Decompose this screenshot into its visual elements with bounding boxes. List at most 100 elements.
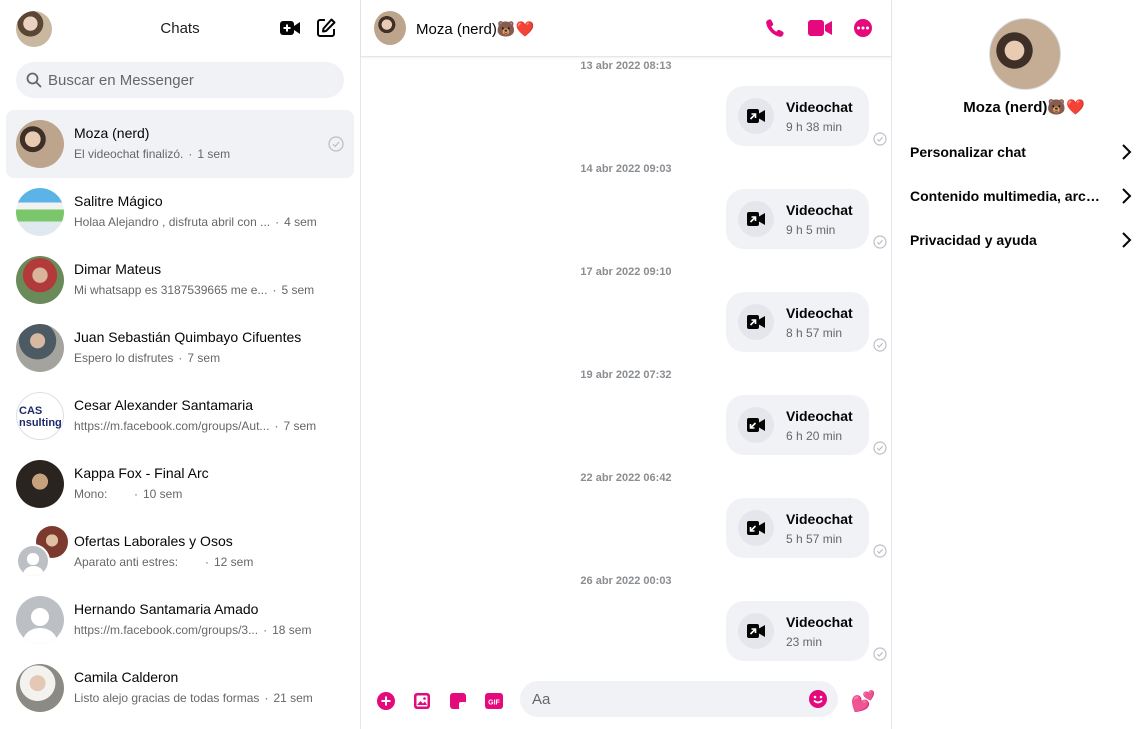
new-video-room-icon[interactable] xyxy=(276,14,304,42)
video-camera-icon[interactable] xyxy=(806,16,834,40)
chat-snippet: Holaa Alejandro , disfruta abril con ...… xyxy=(74,215,317,229)
privacy-help-row[interactable]: Privacidad y ayuda xyxy=(910,220,1136,260)
chat-list-item[interactable]: Ofertas Laborales y Osos Aparato anti es… xyxy=(6,518,354,586)
conversation-info-panel: Moza (nerd)🐻❤️ Personalizar chat Conteni… xyxy=(891,0,1141,729)
chat-list-item[interactable]: Kappa Fox - Final Arc Mono: · 10 sem xyxy=(6,450,354,518)
avatar xyxy=(16,256,64,304)
chat-time: 5 sem xyxy=(281,283,315,297)
chevron-right-icon xyxy=(1122,144,1132,160)
emoji-icon[interactable] xyxy=(806,687,830,711)
seen-check-icon xyxy=(328,136,344,152)
chat-snippet: El videochat finalizó. · 1 sem xyxy=(74,147,231,161)
video-call-message[interactable]: Videochat 23 min xyxy=(726,601,869,661)
chat-snippet: Aparato anti estres: · 12 sem xyxy=(74,555,254,569)
chat-time: 10 sem xyxy=(143,487,183,501)
avatar xyxy=(16,120,64,168)
chat-preview: Listo alejo gracias de todas formas xyxy=(74,691,260,705)
chat-name: Dimar Mateus xyxy=(74,261,162,277)
video-call-icon xyxy=(738,201,774,237)
reaction-emoji-button[interactable]: 💕 xyxy=(851,689,876,713)
conversation-pane: Moza (nerd)🐻❤️ 13 abr 2022 08:13 Videoch… xyxy=(361,0,891,729)
row-label: Privacidad y ayuda xyxy=(910,232,1037,248)
chat-preview: Espero lo disfrutes xyxy=(74,351,174,365)
call-duration: 8 h 57 min xyxy=(786,326,843,340)
chat-list-item[interactable]: Moza (nerd) El videochat finalizó. · 1 s… xyxy=(6,110,354,178)
avatar: CAS nsulting xyxy=(16,392,64,440)
chat-preview: Holaa Alejandro , disfruta abril con ... xyxy=(74,215,271,229)
contact-avatar[interactable] xyxy=(374,11,406,45)
sidebar-title: Chats xyxy=(160,20,200,37)
video-call-icon xyxy=(738,304,774,340)
chat-preview: El videochat finalizó. xyxy=(74,147,184,161)
media-files-links-row[interactable]: Contenido multimedia, archivos y enlaces xyxy=(910,176,1136,216)
video-call-message[interactable]: Videochat 5 h 57 min xyxy=(726,498,869,558)
chat-time: 7 sem xyxy=(187,351,221,365)
chat-list-item[interactable]: CAS nsulting Cesar Alexander Santamaria … xyxy=(6,382,354,450)
contact-name[interactable]: Moza (nerd)🐻❤️ xyxy=(416,20,534,38)
chat-list-item[interactable]: Hernando Santamaria Amado https://m.face… xyxy=(6,586,354,654)
chat-time: 21 sem xyxy=(273,691,313,705)
user-avatar[interactable] xyxy=(16,11,52,47)
call-title: Videochat xyxy=(786,614,853,630)
video-call-icon xyxy=(738,98,774,134)
call-title: Videochat xyxy=(786,305,853,321)
message-composer: GIF Aa 💕 xyxy=(361,677,891,729)
chat-time: 18 sem xyxy=(272,623,312,637)
chevron-right-icon xyxy=(1122,232,1132,248)
chat-name: Kappa Fox - Final Arc xyxy=(74,465,209,481)
avatar xyxy=(16,460,64,508)
chat-preview: https://m.facebook.com/groups/Aut... xyxy=(74,419,270,433)
message-input[interactable]: Aa xyxy=(520,681,838,717)
chat-preview: Mono: xyxy=(74,487,108,501)
compose-icon[interactable] xyxy=(312,14,340,42)
avatar xyxy=(16,324,64,372)
chat-list: Moza (nerd) El videochat finalizó. · 1 s… xyxy=(0,110,360,722)
more-icon[interactable] xyxy=(851,16,875,40)
contact-profile-avatar[interactable] xyxy=(989,18,1061,90)
video-call-icon xyxy=(738,510,774,546)
contact-profile-name: Moza (nerd)🐻❤️ xyxy=(963,99,1085,116)
seen-check-icon xyxy=(873,441,887,455)
video-call-message[interactable]: Videochat 8 h 57 min xyxy=(726,292,869,352)
video-call-message[interactable]: Videochat 6 h 20 min xyxy=(726,395,869,455)
group-avatar xyxy=(16,526,68,578)
date-separator: 26 abr 2022 00:03 xyxy=(580,575,672,587)
search-icon xyxy=(26,72,42,88)
chat-name: Juan Sebastián Quimbayo Cifuentes xyxy=(74,329,302,345)
chat-list-item[interactable]: Dimar Mateus Mi whatsapp es 3187539665 m… xyxy=(6,246,354,314)
chat-list-item[interactable]: Juan Sebastián Quimbayo Cifuentes Espero… xyxy=(6,314,354,382)
plus-icon[interactable] xyxy=(374,689,398,713)
search-placeholder: Buscar en Messenger xyxy=(48,71,194,89)
image-icon[interactable] xyxy=(410,689,434,713)
message-list: 13 abr 2022 08:13 Videochat 9 h 38 min 1… xyxy=(361,57,891,677)
seen-check-icon xyxy=(873,647,887,661)
messenger-app: Chats Buscar en Messenger Moza (nerd) El… xyxy=(0,0,1141,729)
chat-name: Cesar Alexander Santamaria xyxy=(74,397,253,413)
video-call-message[interactable]: Videochat 9 h 5 min xyxy=(726,189,869,249)
date-separator: 13 abr 2022 08:13 xyxy=(580,60,672,72)
avatar xyxy=(16,664,64,712)
call-duration: 9 h 5 min xyxy=(786,223,836,237)
chat-preview: Mi whatsapp es 3187539665 me e... xyxy=(74,283,268,297)
sticker-icon[interactable] xyxy=(446,689,470,713)
seen-check-icon xyxy=(873,132,887,146)
chat-name: Ofertas Laborales y Osos xyxy=(74,533,233,549)
date-separator: 14 abr 2022 09:03 xyxy=(580,163,672,175)
chat-list-item[interactable]: Salitre Mágico Holaa Alejandro , disfrut… xyxy=(6,178,354,246)
search-input[interactable]: Buscar en Messenger xyxy=(16,62,344,98)
seen-check-icon xyxy=(873,544,887,558)
chat-time: 7 sem xyxy=(283,419,317,433)
phone-icon[interactable] xyxy=(763,16,787,40)
video-call-message[interactable]: Videochat 9 h 38 min xyxy=(726,86,869,146)
chat-name: Camila Calderon xyxy=(74,669,179,685)
chat-snippet: Espero lo disfrutes · 7 sem xyxy=(74,351,221,365)
chat-snippet: https://m.facebook.com/groups/Aut... · 7… xyxy=(74,419,317,433)
chat-name: Hernando Santamaria Amado xyxy=(74,601,259,617)
chat-preview: https://m.facebook.com/groups/3... xyxy=(74,623,259,637)
chat-list-item[interactable]: Camila Calderon Listo alejo gracias de t… xyxy=(6,654,354,722)
video-call-icon xyxy=(738,613,774,649)
call-title: Videochat xyxy=(786,408,853,424)
gif-icon[interactable]: GIF xyxy=(482,689,506,713)
chat-time: 12 sem xyxy=(214,555,254,569)
customize-chat-row[interactable]: Personalizar chat xyxy=(910,132,1136,172)
